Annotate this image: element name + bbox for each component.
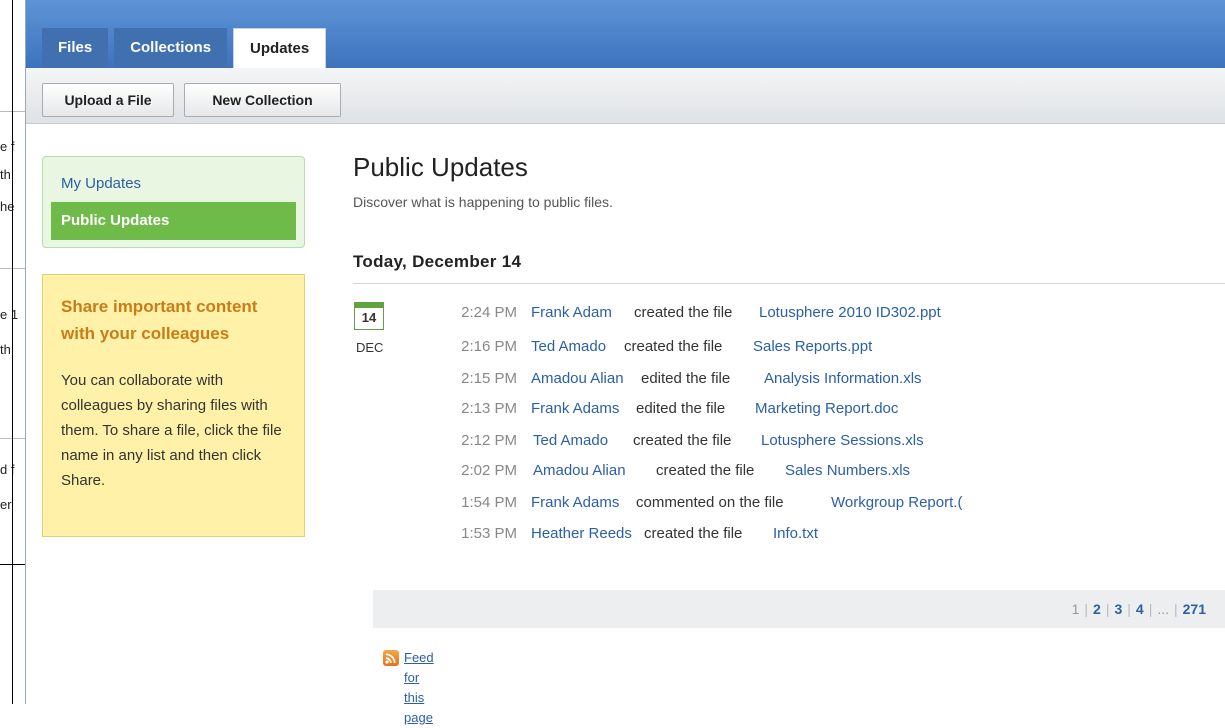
background-fragment: th — [0, 167, 11, 182]
page-ellipsis: ... — [1157, 601, 1169, 617]
update-action: commented on the file — [636, 494, 784, 511]
tab-collections[interactable]: Collections — [114, 28, 228, 68]
update-user-link[interactable]: Frank Adam — [531, 303, 612, 323]
page-title: Public Updates — [353, 152, 528, 182]
update-user-link[interactable]: Amadou Alian — [533, 461, 626, 481]
update-time: 2:24 PM — [461, 304, 517, 321]
pagination-bar: 1 | 2 | 3 | 4 |... | 271 — [373, 590, 1225, 628]
upload-file-button[interactable]: Upload a File — [42, 83, 174, 117]
calendar-icon: 14 DEC — [353, 302, 393, 355]
update-user-link[interactable]: Frank Adams — [531, 493, 619, 513]
update-user-link[interactable]: Frank Adams — [531, 399, 619, 419]
update-action: created the file — [644, 525, 743, 542]
nav-item-my-updates[interactable]: My Updates — [51, 165, 296, 203]
header-bar: Files Collections Updates — [26, 0, 1225, 69]
update-file-link[interactable]: Sales Numbers.xls — [785, 461, 910, 481]
update-action: created the file — [656, 462, 755, 479]
share-tip-body: You can collaborate with colleagues by s… — [61, 372, 282, 489]
updates-nav: My Updates Public Updates — [42, 156, 305, 248]
update-user-link[interactable]: Heather Reeds — [531, 524, 632, 544]
rss-glyph — [385, 653, 396, 664]
new-collection-button[interactable]: New Collection — [184, 83, 341, 117]
nav-item-public-updates[interactable]: Public Updates — [51, 202, 296, 240]
update-action: created the file — [624, 338, 723, 355]
background-fragment: e 1 — [0, 307, 19, 322]
update-action: created the file — [634, 304, 733, 321]
update-file-link[interactable]: Lotusphere Sessions.xls — [761, 431, 924, 451]
update-time: 1:53 PM — [461, 525, 517, 542]
calendar-page: 14 — [354, 302, 384, 330]
update-file-link[interactable]: Marketing Report.doc — [755, 399, 898, 419]
rss-feed-icon[interactable] — [383, 650, 399, 666]
tab-bar: Files Collections Updates — [42, 28, 332, 69]
update-action: created the file — [633, 432, 732, 449]
page-subtitle: Discover what is happening to public fil… — [353, 194, 613, 210]
share-tip-box: Share important content with your collea… — [42, 274, 305, 537]
update-action: edited the file — [641, 370, 731, 387]
calendar-day: 14 — [361, 310, 377, 325]
update-user-link[interactable]: Ted Amado — [533, 431, 608, 451]
calendar-month: DEC — [356, 340, 384, 355]
background-fragment: er — [0, 497, 12, 512]
share-tip-title: Share important content with your collea… — [61, 297, 258, 343]
tab-files[interactable]: Files — [42, 28, 109, 68]
page-link[interactable]: 2 — [1093, 601, 1101, 617]
tab-updates[interactable]: Updates — [233, 28, 327, 69]
update-file-link[interactable]: Workgroup Report.( — [831, 493, 962, 513]
update-time: 1:54 PM — [461, 494, 517, 511]
update-file-link[interactable]: Info.txt — [773, 524, 818, 544]
feed-link[interactable]: Feed for this page — [404, 648, 434, 728]
page-link[interactable]: 3 — [1114, 601, 1122, 617]
page-current: 1 — [1071, 601, 1080, 617]
background-fragment: th — [0, 342, 11, 357]
update-user-link[interactable]: Amadou Alian — [531, 369, 624, 389]
files-app: Files Collections Updates Upload a File … — [25, 0, 1225, 725]
update-user-link[interactable]: Ted Amado — [531, 337, 606, 357]
page-link-last[interactable]: 271 — [1183, 601, 1206, 617]
pagination: 1 | 2 | 3 | 4 |... | 271 — [1071, 601, 1206, 617]
update-file-link[interactable]: Lotusphere 2010 ID302.ppt — [759, 303, 941, 323]
day-heading: Today, December 14 — [353, 252, 522, 271]
update-time: 2:12 PM — [461, 432, 517, 449]
divider — [353, 283, 1225, 284]
update-time: 2:16 PM — [461, 338, 517, 355]
update-time: 2:13 PM — [461, 400, 517, 417]
update-file-link[interactable]: Analysis Information.xls — [764, 369, 922, 389]
background-window-edge — [12, 0, 13, 704]
update-file-link[interactable]: Sales Reports.ppt — [753, 337, 872, 357]
toolbar: Upload a File New Collection — [26, 68, 1225, 124]
update-time: 2:02 PM — [461, 462, 517, 479]
update-action: edited the file — [636, 400, 726, 417]
page-link[interactable]: 4 — [1136, 601, 1144, 617]
update-time: 2:15 PM — [461, 370, 517, 387]
